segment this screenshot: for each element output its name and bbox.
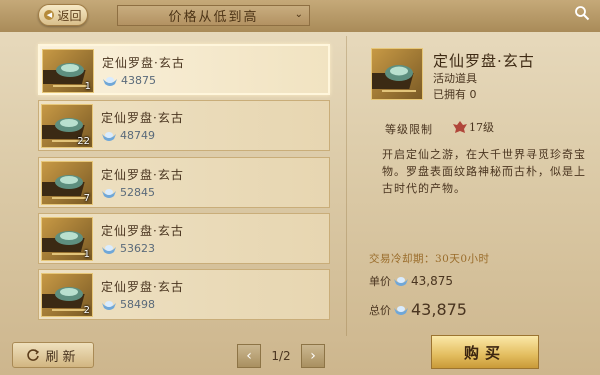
refresh-button[interactable]: 刷新 — [12, 342, 94, 368]
silver-ingot-icon — [103, 76, 117, 86]
item-name: 定仙罗盘·玄古 — [101, 224, 184, 238]
item-count: 1 — [84, 81, 91, 92]
next-page-button[interactable]: › — [301, 344, 325, 368]
list-item[interactable]: 22 定仙罗盘·玄古 48749 — [38, 100, 330, 151]
unit-price-label: 单价 — [369, 275, 391, 288]
item-name: 定仙罗盘·玄古 — [101, 280, 184, 294]
detail-compass-icon — [371, 48, 423, 100]
list-item[interactable]: 7 定仙罗盘·玄古 52845 — [38, 157, 330, 208]
level-limit-value: 17级 — [469, 121, 494, 134]
refresh-label: 刷新 — [45, 349, 80, 365]
chevron-right-icon: › — [310, 348, 316, 364]
silver-ingot-icon — [394, 305, 408, 315]
buy-label: 购买 — [463, 343, 506, 362]
trade-cooldown: 交易冷却期：30天0小时 — [369, 253, 490, 265]
level-limit-label: 等级限制 — [385, 123, 433, 136]
chevron-down-icon: ⌄ — [294, 9, 303, 20]
silver-ingot-icon — [102, 244, 116, 254]
detail-item-type: 活动道具 — [433, 72, 477, 85]
buy-button[interactable]: 购买 — [431, 335, 539, 369]
prev-page-button[interactable]: ‹ — [237, 344, 261, 368]
item-name: 定仙罗盘·玄古 — [101, 168, 184, 182]
back-label: 返回 — [57, 8, 82, 23]
level-badge-icon — [453, 121, 467, 133]
compass-item-icon: 1 — [42, 49, 94, 93]
item-price-value: 52845 — [120, 186, 155, 199]
unit-price-value: 43,875 — [411, 274, 453, 288]
total-price-label: 总价 — [369, 303, 391, 317]
silver-ingot-icon — [102, 300, 116, 310]
item-count: 1 — [83, 249, 90, 260]
unit-price: 单价 43,875 — [369, 273, 453, 289]
panel-divider — [346, 36, 347, 336]
chevron-left-icon: ‹ — [246, 348, 252, 364]
item-count: 22 — [77, 136, 90, 147]
compass-item-icon: 2 — [41, 273, 93, 317]
silver-ingot-icon — [394, 277, 408, 286]
item-price: 52845 — [101, 186, 155, 199]
refresh-icon — [27, 349, 40, 361]
level-limit: 17级 — [453, 119, 494, 135]
item-price-value: 48749 — [120, 129, 155, 142]
sort-dropdown[interactable]: 价格从低到高 ⌄ — [117, 5, 310, 26]
item-name: 定仙罗盘·玄古 — [101, 111, 184, 125]
silver-ingot-icon — [102, 188, 116, 198]
detail-item-name: 定仙罗盘·玄古 — [433, 52, 535, 70]
item-price: 43875 — [102, 74, 156, 87]
item-name: 定仙罗盘·玄古 — [102, 56, 185, 70]
list-item[interactable]: 2 定仙罗盘·玄古 58498 — [38, 269, 330, 320]
total-price: 总价 43,875 — [369, 300, 467, 319]
sort-label: 价格从低到高 — [168, 10, 259, 25]
owned-value: 0 — [469, 88, 477, 101]
list-item[interactable]: 1 定仙罗盘·玄古 53623 — [38, 213, 330, 264]
pagination: ‹ 1/2 › — [237, 344, 325, 368]
compass-item-icon: 7 — [41, 161, 93, 205]
item-price-value: 53623 — [120, 242, 155, 255]
detail-owned: 已拥有 0 — [433, 86, 477, 102]
item-price: 58498 — [101, 298, 155, 311]
owned-label: 已拥有 — [433, 88, 466, 101]
item-count: 2 — [83, 305, 90, 316]
item-description: 开启定仙之游，在大千世界寻觅珍奇宝物。罗盘表面纹路神秘而古朴，似是上古时代的产物… — [382, 148, 586, 195]
total-price-value: 43,875 — [411, 300, 467, 319]
back-arrow-icon: ◀ — [44, 10, 55, 20]
item-price: 53623 — [101, 242, 155, 255]
back-button[interactable]: ◀ 返回 — [38, 4, 88, 26]
item-count: 7 — [83, 193, 90, 204]
item-price-value: 43875 — [121, 74, 156, 87]
compass-item-icon: 22 — [41, 104, 93, 148]
silver-ingot-icon — [102, 131, 116, 141]
compass-item-icon: 1 — [41, 217, 93, 261]
list-item[interactable]: 1 定仙罗盘·玄古 43875 — [38, 44, 330, 95]
page-indicator: 1/2 — [271, 349, 291, 363]
search-icon[interactable] — [574, 5, 590, 21]
item-price: 48749 — [101, 129, 155, 142]
item-price-value: 58498 — [120, 298, 155, 311]
